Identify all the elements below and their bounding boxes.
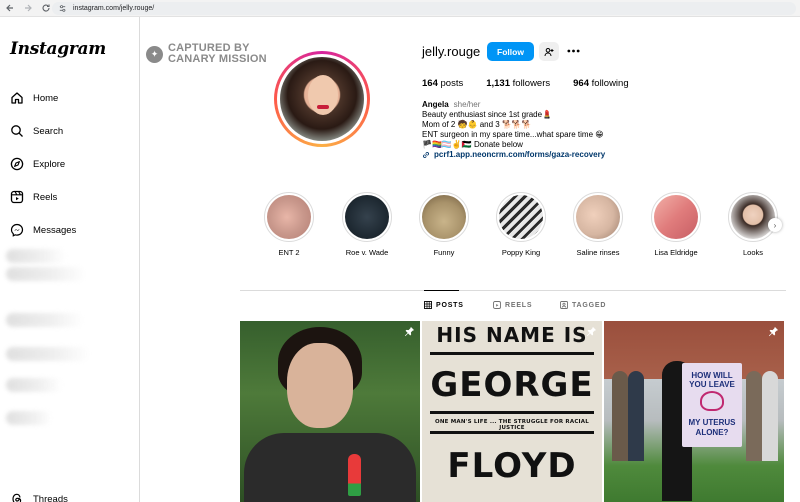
bio-line: Beauty enthusiast since 1st grade💄 <box>422 110 553 119</box>
profile-avatar[interactable] <box>274 51 370 147</box>
post-thumbnail[interactable]: HIS NAME IS GEORGE ONE MAN'S LIFE ... TH… <box>422 321 602 502</box>
forward-arrow-icon[interactable] <box>20 0 36 16</box>
bio-line: Mom of 2 🧒👶 and 3 🐕🐕🐕 <box>422 120 532 129</box>
sidebar-item-label: Home <box>33 92 59 104</box>
tagged-icon <box>560 301 568 309</box>
sidebar-item-home[interactable]: Home <box>10 88 58 108</box>
sidebar-item-threads[interactable]: Threads <box>10 489 68 502</box>
blurred-sidebar-item <box>6 313 84 327</box>
story-highlight[interactable]: Funny <box>419 192 469 257</box>
sidebar-item-reels[interactable]: Reels <box>10 187 57 207</box>
home-icon <box>10 91 24 105</box>
capture-watermark: ✦ CAPTURED BY CANARY MISSION <box>146 43 267 65</box>
tab-tagged[interactable]: TAGGED <box>560 301 606 309</box>
post-thumbnail[interactable] <box>240 321 420 502</box>
highlight-label: Looks <box>742 248 763 257</box>
story-highlight[interactable]: Roe v. Wade <box>342 192 392 257</box>
bio-line: 🏴🏳️‍🌈🏳️‍⚧️✌️🇵🇸 Donate below <box>422 140 523 149</box>
blurred-sidebar-item <box>6 347 90 361</box>
instagram-logo[interactable]: Instagram <box>10 39 106 59</box>
sidebar-item-messages[interactable]: Messages <box>10 220 76 240</box>
avatar-photo <box>280 57 364 141</box>
sidebar-item-label: Messages <box>33 224 77 236</box>
site-info-icon[interactable] <box>58 4 68 14</box>
more-options-icon[interactable] <box>565 44 581 58</box>
watermark-text: CAPTURED BY CANARY MISSION <box>168 43 267 65</box>
sidebar: Instagram Home Search Explore Reels Mess… <box>0 17 140 502</box>
sidebar-item-label: Explore <box>33 158 66 170</box>
blurred-sidebar-item <box>6 411 52 425</box>
book-title-line: GEORGE <box>430 365 594 405</box>
book-title-line: FLOYD <box>447 446 577 486</box>
post-thumbnail[interactable]: HOW WILL YOU LEAVE MY UTERUS ALONE? <box>604 321 784 502</box>
highlight-label: Funny <box>433 248 455 257</box>
search-icon <box>10 124 24 138</box>
sidebar-item-label: Threads <box>33 493 68 502</box>
threads-icon <box>10 492 24 502</box>
bio-line: ENT surgeon in my spare time...what spar… <box>422 130 604 139</box>
following-count[interactable]: 964 following <box>573 78 628 89</box>
url-text: instagram.com/jelly.rouge/ <box>73 5 155 12</box>
follow-button[interactable]: Follow <box>487 42 534 61</box>
blurred-sidebar-item <box>6 267 86 281</box>
uterus-drawing <box>700 391 724 411</box>
posts-count: 164 posts <box>422 78 464 89</box>
story-highlight[interactable]: Lisa Eldridge <box>651 192 701 257</box>
story-highlight[interactable]: Poppy King <box>496 192 546 257</box>
watermark-seal-icon: ✦ <box>146 45 163 63</box>
tab-reels[interactable]: REELS <box>493 301 532 309</box>
compass-icon <box>10 157 24 171</box>
story-highlight[interactable]: Saline rinses <box>573 192 623 257</box>
active-tab-indicator <box>424 290 459 291</box>
sign-text: YOU LEAVE <box>689 380 735 389</box>
grid-icon <box>424 301 432 309</box>
pin-icon <box>586 326 597 337</box>
pin-icon <box>404 326 415 337</box>
highlight-label: Lisa Eldridge <box>654 248 698 257</box>
profile-username: jelly.rouge <box>422 44 481 59</box>
bio-link[interactable]: pcrf1.app.neoncrm.com/forms/gaza-recover… <box>422 150 605 160</box>
watermelon-graphic <box>348 454 361 496</box>
highlight-label: Poppy King <box>501 248 541 257</box>
sidebar-item-explore[interactable]: Explore <box>10 154 65 174</box>
profile-stats: 164 posts 1,131 followers 964 following <box>422 78 629 89</box>
profile-display-name: Angela <box>422 100 449 109</box>
sidebar-item-label: Reels <box>33 191 58 203</box>
blurred-sidebar-item <box>6 249 66 263</box>
browser-toolbar: instagram.com/jelly.rouge/ <box>0 0 800 17</box>
sign-text: ALONE? <box>695 428 729 437</box>
profile-pronouns: she/her <box>453 100 481 109</box>
highlights-next-arrow-icon[interactable]: › <box>768 218 782 232</box>
tab-posts[interactable]: POSTS <box>424 301 464 309</box>
highlight-label: Saline rinses <box>576 248 620 257</box>
followers-count[interactable]: 1,131 followers <box>486 78 550 89</box>
address-bar[interactable]: instagram.com/jelly.rouge/ <box>52 2 796 15</box>
sign-text: MY UTERUS <box>688 418 736 427</box>
book-subtitle: ONE MAN'S LIFE ... THE STRUGGLE FOR RACI… <box>435 419 589 431</box>
messenger-icon <box>10 223 24 237</box>
sidebar-item-label: Search <box>33 125 64 137</box>
sign-text: HOW WILL <box>691 371 733 380</box>
story-highlight[interactable]: ENT 2 <box>264 192 314 257</box>
highlight-label: ENT 2 <box>278 248 300 257</box>
book-title-line: HIS NAME IS <box>436 323 588 347</box>
pin-icon <box>768 326 779 337</box>
highlight-label: Roe v. Wade <box>345 248 389 257</box>
watermark-line-2: CANARY MISSION <box>168 53 267 65</box>
add-user-icon <box>544 47 554 56</box>
reels-icon <box>10 190 24 204</box>
tabs-divider <box>240 290 786 291</box>
back-arrow-icon[interactable] <box>2 0 18 16</box>
sidebar-item-search[interactable]: Search <box>10 121 63 141</box>
reels-icon <box>493 301 501 309</box>
link-icon <box>423 152 429 158</box>
suggested-users-button[interactable] <box>539 42 559 61</box>
profile-bio: Angela she/her Beauty enthusiast since 1s… <box>422 100 605 160</box>
blurred-sidebar-item <box>6 378 62 392</box>
